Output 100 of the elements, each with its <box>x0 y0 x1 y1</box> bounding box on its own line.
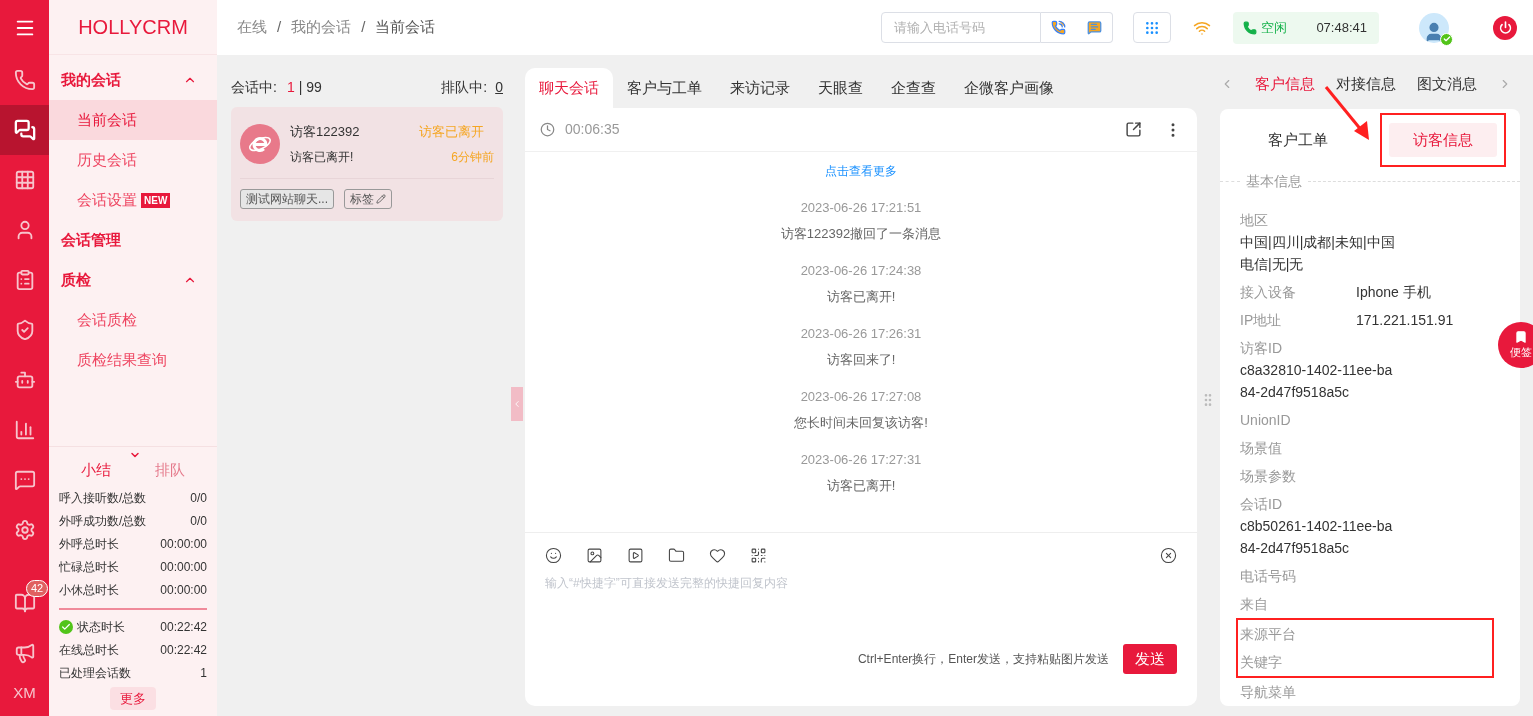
summary-tab[interactable]: 排队 <box>155 459 185 482</box>
breadcrumb-item[interactable]: 在线 <box>237 16 267 39</box>
session-tag: 测试网站聊天... <box>240 188 334 209</box>
robot-icon <box>13 369 36 391</box>
queue-label: 排队中: <box>441 78 488 97</box>
field-value: c8b50261-1402-11ee-ba84-2d47f9518a5c <box>1240 517 1394 558</box>
field-label: 关键字 <box>1240 652 1283 672</box>
menu-item[interactable]: 会话设置 <box>77 188 137 212</box>
chat-tab[interactable]: 企查查 <box>877 68 950 108</box>
send-button[interactable]: 发送 <box>1123 644 1177 674</box>
field-value: c8a32810-1402-11ee-ba84-2d47f9518a5c <box>1240 361 1394 402</box>
sub-tab[interactable]: 客户工单 <box>1244 123 1352 157</box>
clock-icon <box>540 122 555 137</box>
grid-icon <box>13 169 36 191</box>
session-card[interactable]: 访客122392 访客已离开 访客已离开! 6分钟前 测试网站聊天... 标签 <box>231 107 503 221</box>
last-message: 访客已离开! <box>290 148 354 166</box>
message-time: 2023-06-26 17:27:08 <box>800 388 922 406</box>
field-label: 场景参数 <box>1240 466 1297 486</box>
menu-group[interactable]: 我的会话 <box>49 60 217 100</box>
menu-group[interactable]: 会话管理 <box>49 220 217 260</box>
field-value: Iphone 手机 <box>1356 282 1431 302</box>
status-time: 07:48:41 <box>1316 18 1368 37</box>
agent-status-panel[interactable]: 空闲 07:48:41 <box>1233 11 1379 44</box>
user-initials: XM <box>13 682 36 703</box>
chat-icon <box>13 119 36 141</box>
online-check-icon <box>1440 32 1453 46</box>
sub-tab[interactable]: 访客信息 <box>1389 123 1497 157</box>
book-icon <box>13 591 36 614</box>
chat-tab[interactable]: 企微客户画像 <box>950 68 1068 108</box>
video-icon[interactable] <box>627 547 644 564</box>
field-label: 地区 <box>1240 211 1268 230</box>
queue-count[interactable]: 0 <box>495 77 503 98</box>
phone-icon[interactable] <box>1051 20 1067 35</box>
chat-tab[interactable]: 聊天会话 <box>525 68 613 108</box>
field-label: 电话号码 <box>1240 566 1297 586</box>
stat-label: 呼入接听数/总数 <box>59 490 147 507</box>
count-separator: | <box>298 78 303 97</box>
visitor-name: 访客122392 <box>290 123 360 141</box>
megaphone-icon <box>13 641 36 664</box>
chat-tab[interactable]: 来访记录 <box>716 68 804 108</box>
bookmark-icon <box>1514 329 1528 344</box>
check-icon <box>59 620 73 634</box>
collapse-handle[interactable] <box>511 387 523 421</box>
visitor-status: 访客已离开 <box>419 123 485 141</box>
message-time: 2023-06-26 17:21:51 <box>800 199 922 217</box>
message-time: 2023-06-26 17:27:31 <box>800 451 922 469</box>
phone-icon <box>1243 20 1257 35</box>
stat-value: 0/0 <box>190 490 207 507</box>
power-button[interactable] <box>1493 15 1517 40</box>
menu-group[interactable]: 质检 <box>49 260 217 300</box>
breadcrumb-item: 当前会话 <box>375 17 436 38</box>
menu-item[interactable]: 质检结果查询 <box>77 348 167 372</box>
phone-number-field[interactable]: 请输入电话号码 <box>881 12 1041 43</box>
menu-item[interactable]: 会话质检 <box>77 308 137 332</box>
browser-icon <box>240 123 280 164</box>
more-button[interactable]: 更多 <box>110 686 156 710</box>
field-label: UnionID <box>1240 410 1292 430</box>
field-label: 接入设备 <box>1240 282 1297 302</box>
nav-rail-item[interactable]: 42 <box>0 577 49 628</box>
active-label: 会话中: <box>231 78 277 97</box>
info-tab[interactable]: 对接信息 <box>1336 73 1396 96</box>
info-tab[interactable]: 客户信息 <box>1255 73 1315 96</box>
menu-item[interactable]: 历史会话 <box>77 148 137 172</box>
field-label: 场景值 <box>1240 438 1283 458</box>
tag-button[interactable]: 标签 <box>344 188 392 209</box>
system-message: 访客已离开! <box>826 287 896 306</box>
message-time: 2023-06-26 17:24:38 <box>800 262 922 280</box>
agent-status: 空闲 <box>1261 18 1287 37</box>
qr-code-icon[interactable] <box>750 547 767 564</box>
system-message: 访客回来了! <box>826 350 896 369</box>
stat-label: 已处理会话数 <box>59 665 131 682</box>
settings-icon <box>13 519 36 541</box>
folder-icon[interactable] <box>668 547 685 564</box>
capacity-count: 99 <box>306 78 322 97</box>
apps-button[interactable] <box>1133 12 1171 43</box>
message-input[interactable]: 输入“#快捷字”可直接发送完整的快捷回复内容 <box>545 574 1177 644</box>
share-icon[interactable] <box>1125 121 1142 138</box>
summary-tab[interactable]: 小结 <box>81 459 111 482</box>
heart-icon[interactable] <box>709 547 726 564</box>
load-more-link[interactable]: 点击查看更多 <box>825 162 897 180</box>
emoji-icon[interactable] <box>545 547 562 564</box>
field-label: 导航菜单 <box>1240 682 1297 702</box>
field-value: 171.221.151.91 <box>1356 310 1454 330</box>
chat-tab[interactable]: 客户与工单 <box>613 68 716 108</box>
stat-value: 0/0 <box>190 513 207 530</box>
stat-label: 在线总时长 <box>59 642 119 659</box>
breadcrumb-item[interactable]: 我的会话 <box>291 16 352 39</box>
chat-icon[interactable] <box>1086 20 1102 35</box>
chat-tab[interactable]: 天眼查 <box>804 68 877 108</box>
system-message: 访客已离开! <box>826 476 896 495</box>
close-icon[interactable] <box>1160 547 1177 564</box>
session-timer: 00:06:35 <box>565 120 620 139</box>
stat-label: 外呼成功数/总数 <box>59 513 147 530</box>
stat-label: 状态时长 <box>77 619 125 636</box>
field-label: 来源平台 <box>1240 624 1297 644</box>
message-time: 2023-06-26 17:26:31 <box>800 325 922 343</box>
info-tab[interactable]: 图文消息 <box>1417 73 1477 96</box>
bar-chart-icon <box>13 419 36 441</box>
image-icon[interactable] <box>586 547 603 564</box>
power-icon <box>1498 21 1512 34</box>
